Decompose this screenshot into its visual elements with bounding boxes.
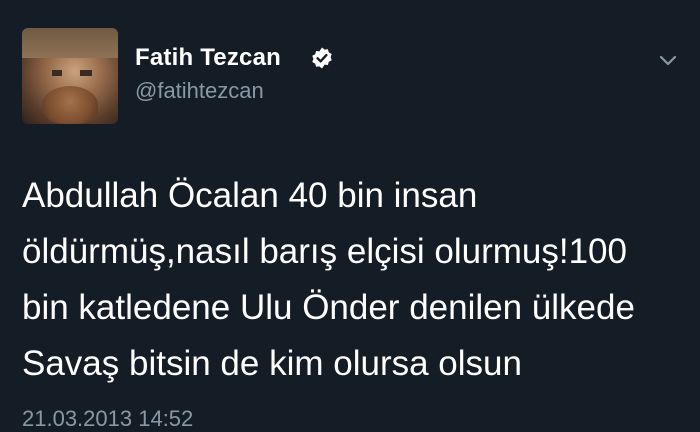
avatar-eyes xyxy=(52,70,92,76)
avatar-beard xyxy=(42,86,98,124)
tweet-text-line: öldürmüş,nasıl barış elçisi olurmuş!100 xyxy=(22,232,627,271)
tweet-text-line: bin katledene Ulu Önder denilen ülkede xyxy=(22,288,635,327)
avatar-hair xyxy=(22,28,118,58)
verified-badge-icon xyxy=(310,46,334,70)
tweet-text-line: Abdullah Öcalan 40 bin insan xyxy=(22,176,478,215)
handle[interactable]: @fatihtezcan xyxy=(135,78,264,104)
chevron-down-icon[interactable] xyxy=(656,48,680,72)
avatar[interactable] xyxy=(22,28,118,124)
tweet-text-line: Savaş bitsin de kim olursa olsun xyxy=(22,344,522,383)
tweet-text: Abdullah Öcalan 40 bin insan öldürmüş,na… xyxy=(22,168,682,392)
tweet-card: Fatih Tezcan @fatihtezcan Abdullah Öcala… xyxy=(0,0,700,431)
display-name[interactable]: Fatih Tezcan xyxy=(135,44,281,72)
timestamp[interactable]: 21.03.2013 14:52 xyxy=(22,406,193,432)
